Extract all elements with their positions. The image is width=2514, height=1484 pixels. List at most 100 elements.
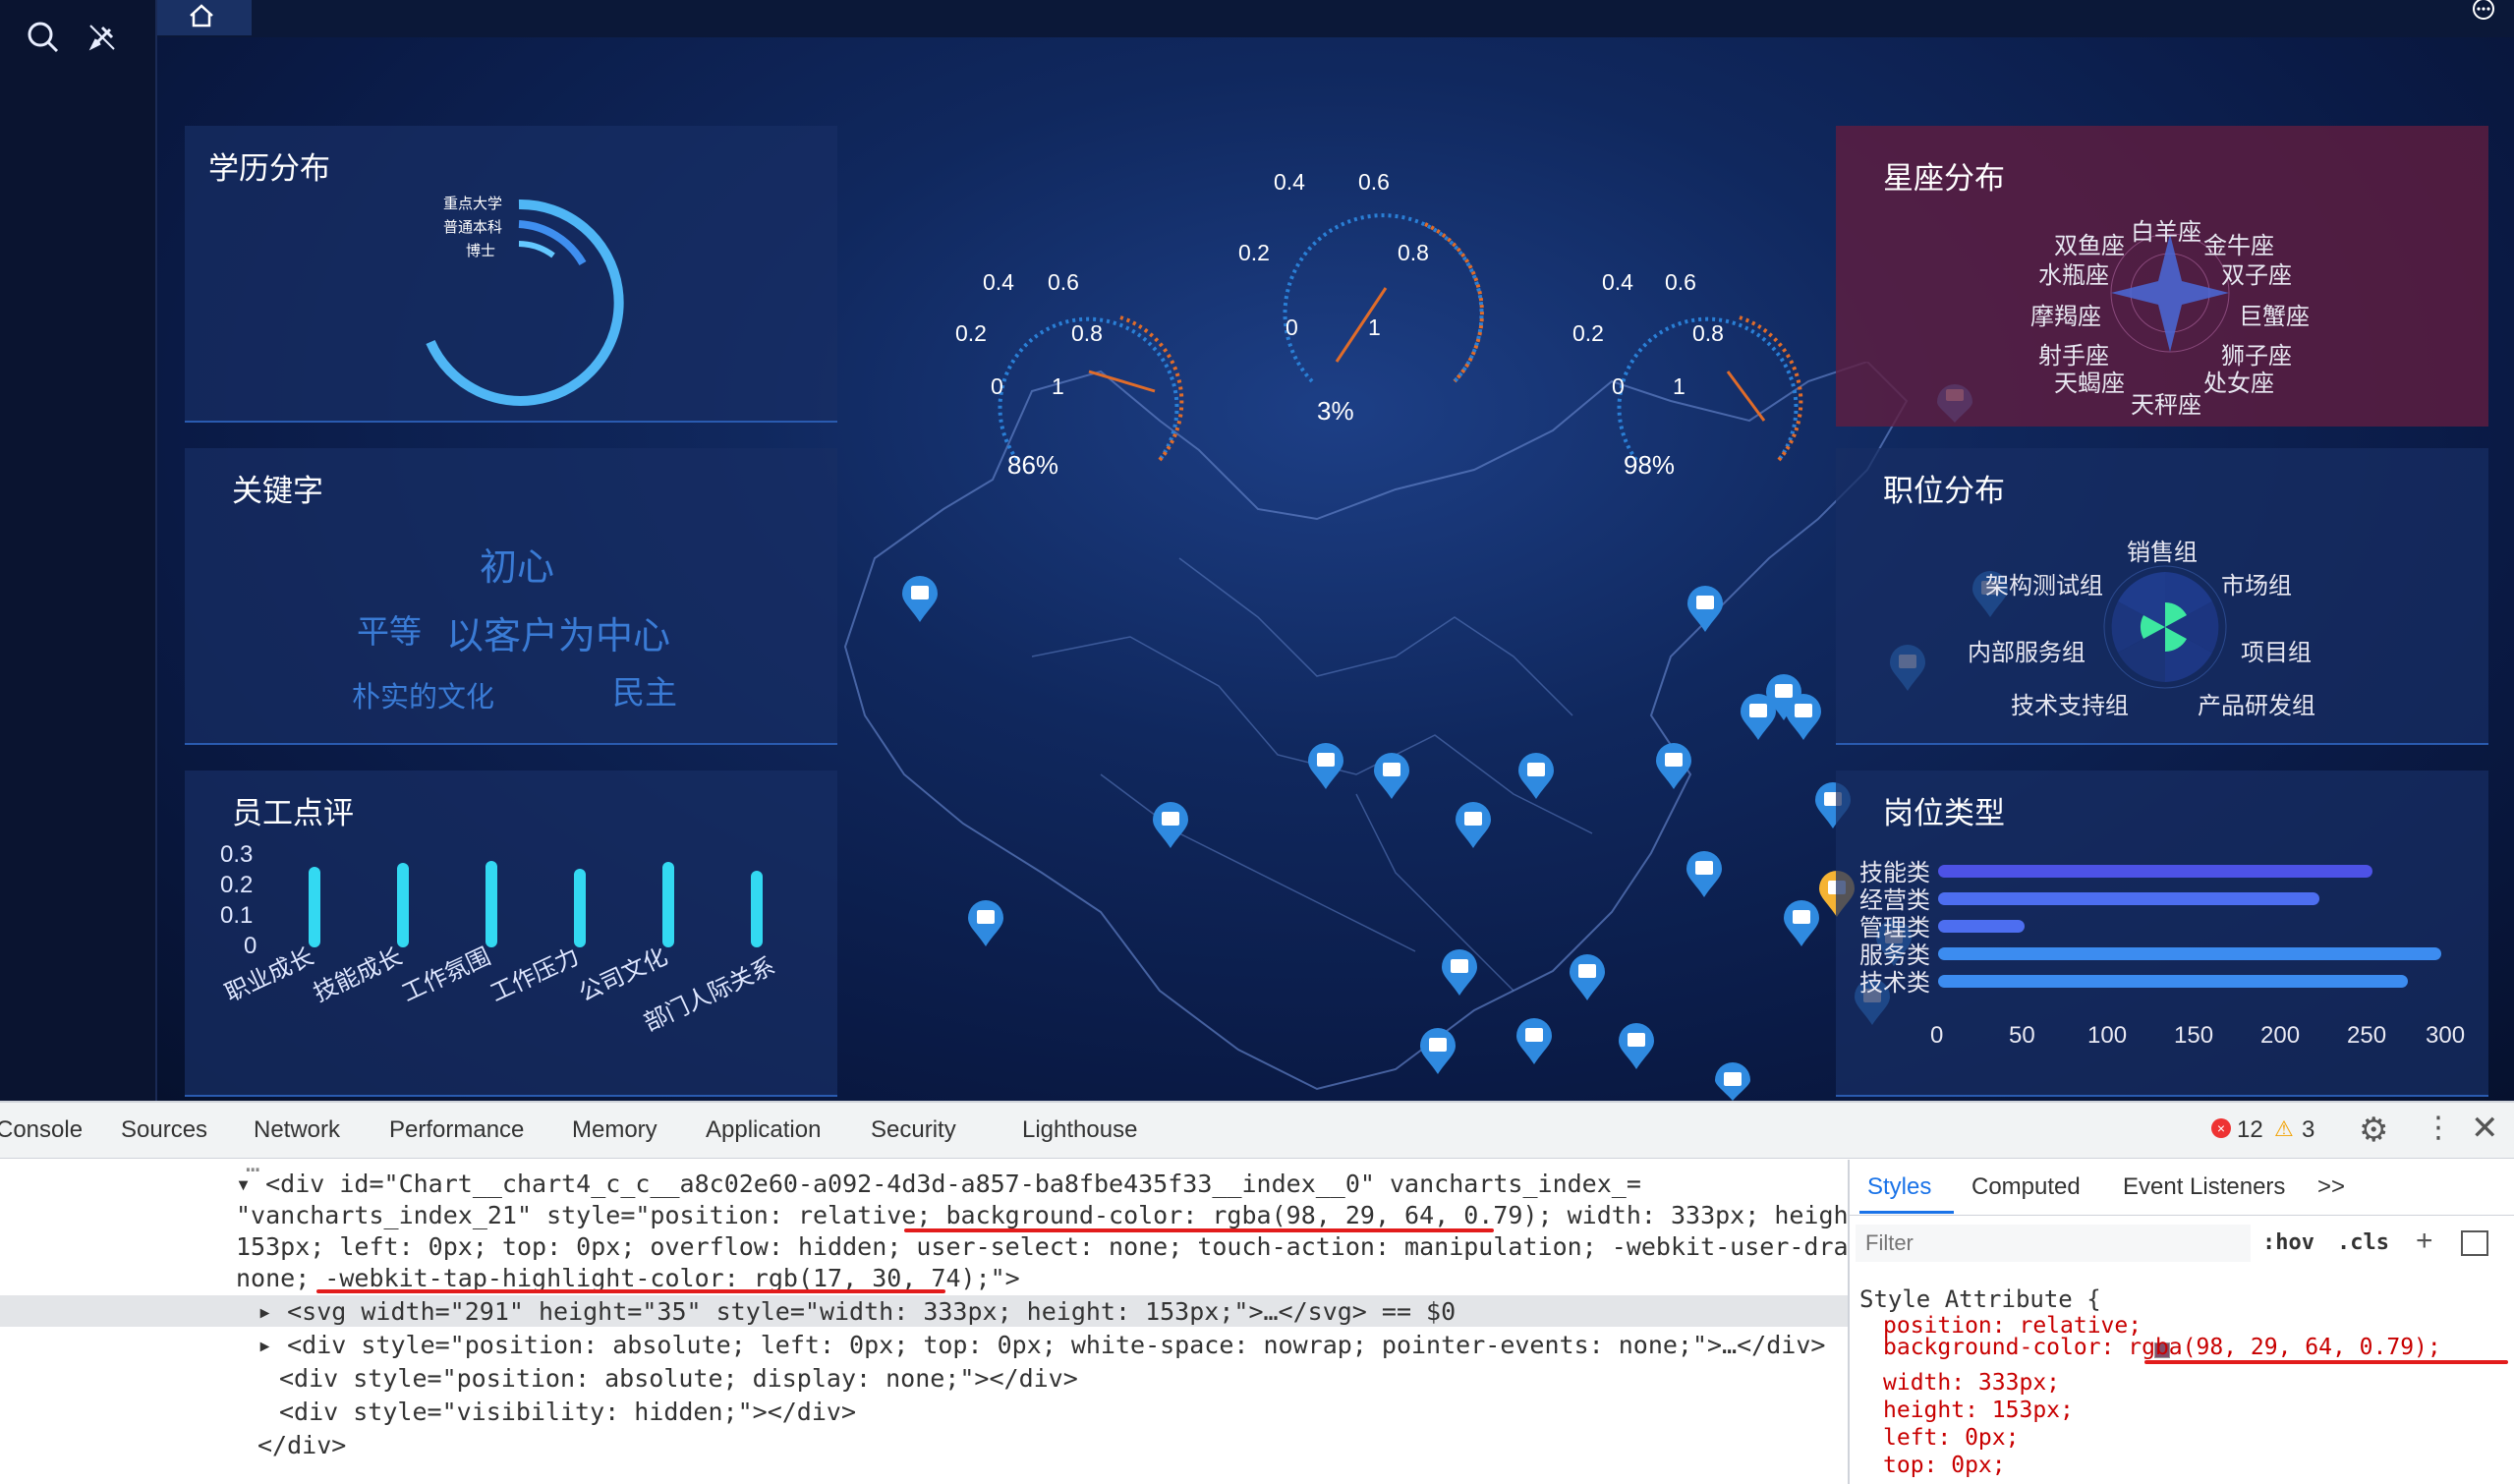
more-icon[interactable] bbox=[2471, 0, 2496, 22]
tab-lighthouse[interactable]: Lighthouse bbox=[1022, 1116, 1137, 1144]
collapse-triangle-icon[interactable]: ▸ bbox=[257, 1331, 287, 1359]
style-prop[interactable]: top: 0px; bbox=[1883, 1453, 2006, 1478]
tab-network[interactable]: Network bbox=[254, 1116, 340, 1144]
style-prop[interactable]: background-color: rgba(98, 29, 64, 0.79)… bbox=[1883, 1335, 2441, 1360]
location-marker-icon[interactable] bbox=[1417, 1027, 1458, 1076]
review-panel[interactable]: 员工点评 0.3 0.2 0.1 0 职业成长 技能成长 工作氛围 工作压力 公… bbox=[185, 771, 837, 1097]
top-bar bbox=[157, 0, 2514, 37]
style-prop[interactable]: width: 333px; bbox=[1883, 1370, 2060, 1396]
gauge-3-tick: 1 bbox=[1673, 373, 1686, 399]
warning-count[interactable]: 3 bbox=[2302, 1116, 2314, 1144]
bar bbox=[397, 863, 409, 947]
location-marker-icon[interactable] bbox=[1616, 1022, 1657, 1071]
error-count[interactable]: 12 bbox=[2237, 1116, 2263, 1144]
position-panel[interactable]: 职位分布 销售组 市场组 项目组 产品研发组 技术支持组 内部服务组 架构测试组 bbox=[1836, 448, 2488, 745]
x-tick: 250 bbox=[2347, 1022, 2387, 1049]
collapse-triangle-icon[interactable]: ▸ bbox=[257, 1297, 287, 1326]
gauge-1-tick: 1 bbox=[1052, 373, 1064, 399]
bar bbox=[662, 862, 674, 947]
location-marker-icon[interactable] bbox=[899, 575, 941, 624]
devtools-tabbar: Console Sources Network Performance Memo… bbox=[0, 1103, 2514, 1159]
warning-icon: ⚠ bbox=[2274, 1116, 2294, 1141]
location-marker-icon[interactable] bbox=[1685, 585, 1726, 634]
new-rule-icon[interactable]: + bbox=[2416, 1225, 2433, 1258]
location-marker-icon[interactable] bbox=[1783, 693, 1824, 742]
tab-computed[interactable]: Computed bbox=[1971, 1173, 2081, 1201]
keyword-panel[interactable]: 关键字 初心 平等 以客户为中心 朴实的文化 民主 bbox=[185, 448, 837, 745]
location-marker-icon[interactable] bbox=[1653, 742, 1694, 791]
code-line[interactable]: "vancharts_index_21" style="position: re… bbox=[236, 1201, 1878, 1229]
style-prop[interactable]: left: 0px; bbox=[1883, 1425, 2019, 1451]
location-marker-icon[interactable] bbox=[1305, 742, 1346, 791]
code-line[interactable]: ▸ <svg width="291" height="35" style="wi… bbox=[257, 1297, 1456, 1326]
kebab-menu-icon[interactable]: ⋮ bbox=[2424, 1111, 2453, 1145]
code-line[interactable]: none; -webkit-tap-highlight-color: rgb(1… bbox=[236, 1264, 1020, 1292]
education-panel[interactable]: 学历分布 重点大学 普通本科 博士 bbox=[185, 126, 837, 423]
panel-title: 职位分布 bbox=[1883, 474, 2005, 508]
x-tick: 工作压力 bbox=[486, 942, 584, 1007]
gauge-3-tick: 0.4 bbox=[1602, 269, 1633, 295]
tab-memory[interactable]: Memory bbox=[572, 1116, 657, 1144]
location-marker-icon[interactable] bbox=[1453, 801, 1494, 850]
elements-tree: … ▾ <div id="Chart__chart4_c_c__a8c02e60… bbox=[0, 1150, 1878, 1484]
y-tick: 0.3 bbox=[220, 841, 254, 868]
code-line[interactable]: <div style="position: absolute; display:… bbox=[279, 1364, 1078, 1393]
settings-gear-icon[interactable]: ⚙ bbox=[2359, 1111, 2388, 1150]
home-icon bbox=[190, 4, 213, 28]
cls-toggle[interactable]: .cls bbox=[2337, 1230, 2389, 1255]
gauge-3-tick: 0.2 bbox=[1572, 320, 1604, 346]
tab-security[interactable]: Security bbox=[871, 1116, 956, 1144]
jobtype-panel[interactable]: 岗位类型 技能类 经营类 管理类 服务类 技术类 0 50 100 150 20… bbox=[1836, 771, 2488, 1097]
home-tab[interactable] bbox=[157, 0, 252, 35]
location-marker-icon[interactable] bbox=[1712, 1061, 1753, 1101]
panel-title: 员工点评 bbox=[232, 796, 354, 830]
tab-performance[interactable]: Performance bbox=[389, 1116, 524, 1144]
dashboard-canvas: 0.2 0.4 0.6 0.8 0 1 86% 0.2 0.4 0.6 0.8 … bbox=[157, 37, 2514, 1101]
close-icon[interactable]: ✕ bbox=[2471, 1109, 2499, 1148]
location-marker-icon[interactable] bbox=[965, 899, 1006, 948]
legend-label: 重点大学 bbox=[443, 196, 503, 212]
gauge-3-tick: 0 bbox=[1612, 373, 1625, 399]
filter-input[interactable] bbox=[1856, 1225, 2251, 1262]
gauge-1-tick: 0.6 bbox=[1048, 269, 1079, 295]
location-marker-icon[interactable] bbox=[1371, 752, 1412, 801]
code-line[interactable]: 153px; left: 0px; top: 0px; overflow: hi… bbox=[236, 1232, 1878, 1261]
tab-console[interactable]: Console bbox=[0, 1116, 83, 1144]
location-marker-icon[interactable] bbox=[1515, 752, 1557, 801]
code-line[interactable]: ▾ <div id="Chart__chart4_c_c__a8c02e60-a… bbox=[236, 1170, 1641, 1198]
search-icon[interactable] bbox=[24, 18, 63, 57]
gauge-2-tick: 0.4 bbox=[1274, 169, 1305, 195]
zodiac-label: 水瓶座 bbox=[2038, 262, 2109, 289]
more-tabs-icon[interactable]: >> bbox=[2317, 1173, 2345, 1201]
expand-triangle-icon[interactable]: ▾ bbox=[236, 1170, 265, 1198]
zodiac-label: 处女座 bbox=[2203, 371, 2274, 397]
tab-styles[interactable]: Styles bbox=[1867, 1173, 1931, 1201]
red-underline-annotation bbox=[2144, 1360, 2508, 1364]
toggle-sidebar-icon[interactable] bbox=[2461, 1230, 2488, 1256]
location-marker-icon[interactable] bbox=[1567, 953, 1608, 1002]
code-line[interactable]: ▸ <div style="position: absolute; left: … bbox=[257, 1331, 1825, 1359]
keyword: 民主 bbox=[612, 674, 677, 711]
tab-event-listeners[interactable]: Event Listeners bbox=[2123, 1173, 2285, 1201]
gauge-1-tick: 0.4 bbox=[983, 269, 1014, 295]
gauge-2-tick: 0.2 bbox=[1238, 240, 1270, 265]
keyword: 初心 bbox=[480, 547, 555, 589]
location-marker-icon[interactable] bbox=[1684, 850, 1725, 899]
location-marker-icon[interactable] bbox=[1150, 801, 1191, 850]
gauge-1 bbox=[998, 315, 1184, 462]
hov-toggle[interactable]: :hov bbox=[2262, 1230, 2314, 1255]
tab-application[interactable]: Application bbox=[706, 1116, 821, 1144]
style-prop[interactable]: height: 153px; bbox=[1883, 1398, 2074, 1423]
zodiac-panel[interactable]: 星座分布 白羊座 金牛座 双子座 巨蟹座 狮子座 处女座 天秤座 天蝎座 射手座… bbox=[1836, 126, 2488, 427]
keyword: 以客户为中心 bbox=[446, 616, 671, 657]
location-marker-icon[interactable] bbox=[1439, 948, 1480, 998]
legend-label: 普通本科 bbox=[443, 219, 503, 236]
x-tick: 200 bbox=[2260, 1022, 2301, 1049]
location-marker-icon[interactable] bbox=[1514, 1017, 1555, 1066]
code-line[interactable]: <div style="visibility: hidden;"></div> bbox=[279, 1398, 856, 1426]
code-line[interactable]: </div> bbox=[257, 1431, 346, 1459]
unpin-icon[interactable] bbox=[83, 18, 122, 57]
zodiac-label: 巨蟹座 bbox=[2239, 304, 2310, 330]
tab-sources[interactable]: Sources bbox=[121, 1116, 207, 1144]
bar bbox=[574, 869, 586, 947]
